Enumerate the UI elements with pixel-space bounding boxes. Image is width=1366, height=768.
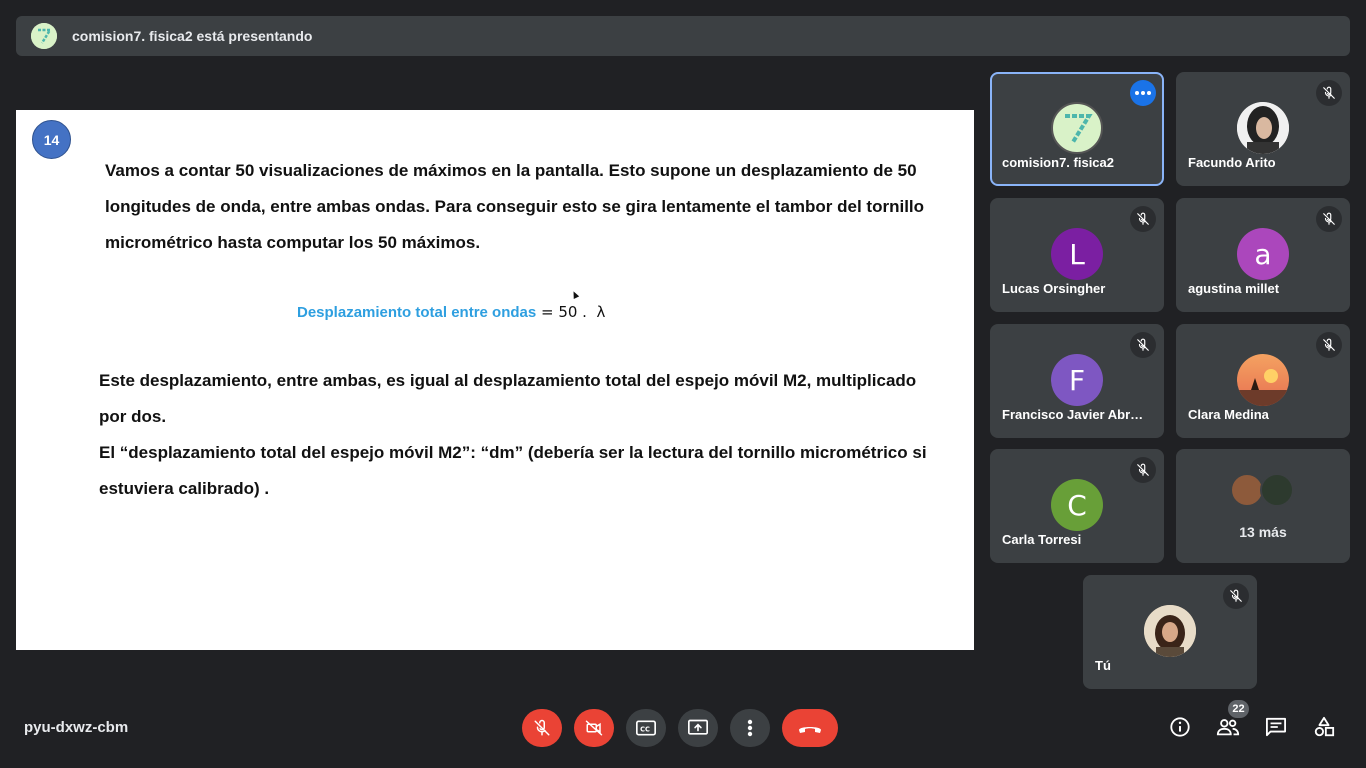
participant-name: Carla Torresi: [1002, 532, 1082, 547]
mic-off-icon: [1323, 212, 1335, 225]
slide-formula: Desplazamiento total entre ondas = 50 . …: [297, 303, 605, 321]
participant-name: Tú: [1095, 658, 1111, 673]
formula-expression: = 50 . λ: [536, 303, 606, 321]
participant-name: Clara Medina: [1188, 407, 1269, 422]
leave-call-button[interactable]: [782, 709, 838, 747]
avatar: C: [1051, 479, 1103, 531]
avatar: a: [1237, 228, 1289, 280]
presenting-text: comision7. fisica2 está presentando: [72, 28, 313, 44]
presenting-banner: comision7. fisica2 está presentando: [16, 16, 1350, 56]
slide-paragraph-1: Vamos a contar 50 visualizaciones de máx…: [105, 161, 925, 252]
present-now-button[interactable]: [678, 709, 718, 747]
formula-label: Desplazamiento total entre ondas: [297, 303, 537, 321]
person-photo-icon: [1144, 605, 1196, 657]
avatar: [1230, 473, 1264, 507]
more-horiz-icon: [1135, 91, 1151, 95]
chat-icon: [1265, 717, 1286, 737]
toggle-mic-button[interactable]: [522, 709, 562, 747]
participant-name: Lucas Orsingher: [1002, 281, 1106, 296]
participant-tile-presenter[interactable]: comision7. fisica2: [990, 72, 1164, 186]
avatar: [1237, 102, 1289, 154]
muted-indicator: [1316, 332, 1342, 358]
mic-off-icon: [1137, 338, 1149, 351]
participant-name: comision7. fisica2: [1002, 155, 1114, 170]
seven-logo-icon: [1065, 114, 1093, 144]
chat-button[interactable]: [1263, 714, 1289, 740]
presenter-avatar: [31, 23, 57, 49]
participant-tile[interactable]: F Francisco Javier Abr…: [990, 324, 1164, 438]
videocam-off-icon: [585, 720, 603, 736]
muted-indicator: [1223, 583, 1249, 609]
more-avatars: [1230, 473, 1300, 509]
meeting-details-button[interactable]: [1167, 714, 1193, 740]
participant-name: agustina millet: [1188, 281, 1280, 296]
call-end-icon: [799, 727, 821, 733]
avatar: [1237, 354, 1289, 406]
more-participants-tile[interactable]: 13 más: [1176, 449, 1350, 563]
slide-paragraph-2: Este desplazamiento, entre ambas, es igu…: [99, 363, 939, 507]
person-photo-icon: [1237, 102, 1289, 154]
more-participants-label: 13 más: [1239, 524, 1287, 540]
participant-tile[interactable]: L Lucas Orsingher: [990, 198, 1164, 312]
avatar: [1144, 605, 1196, 657]
mic-off-icon: [1323, 338, 1335, 351]
slide-number: 14: [32, 120, 71, 159]
participant-tile[interactable]: a agustina millet: [1176, 198, 1350, 312]
participant-name: Francisco Javier Abr…: [1002, 407, 1144, 422]
mic-off-icon: [1137, 212, 1149, 225]
people-icon: [1216, 719, 1240, 736]
svg-text:CC: CC: [640, 725, 650, 733]
participant-tile[interactable]: Clara Medina: [1176, 324, 1350, 438]
muted-indicator: [1130, 332, 1156, 358]
mic-off-icon: [1230, 589, 1242, 602]
participant-tile[interactable]: C Carla Torresi: [990, 449, 1164, 563]
avatar: F: [1051, 354, 1103, 406]
info-icon: [1170, 717, 1190, 737]
avatar: L: [1051, 228, 1103, 280]
avatar: [1051, 102, 1103, 154]
more-options-button[interactable]: [730, 709, 770, 747]
participant-name: Facundo Arito: [1188, 155, 1276, 170]
slide-paragraph-3-text: El “desplazamiento total del espejo móvi…: [99, 443, 927, 498]
mic-off-icon: [1323, 86, 1335, 99]
avatar: [1260, 473, 1294, 507]
present-screen-icon: [688, 719, 708, 735]
meet-window: comision7. fisica2 está presentando 14 V…: [0, 0, 1366, 768]
mic-off-icon: [534, 719, 550, 736]
closed-captions-icon: CC: [636, 720, 656, 736]
self-tile[interactable]: Tú: [1083, 575, 1257, 689]
seven-logo-icon: [31, 23, 57, 49]
meeting-code: pyu-dxwz-cbm: [24, 719, 129, 736]
captions-button[interactable]: CC: [626, 709, 666, 747]
more-options-button[interactable]: [1130, 80, 1156, 106]
mic-off-icon: [1137, 463, 1149, 476]
toggle-camera-button[interactable]: [574, 709, 614, 747]
activities-button[interactable]: [1311, 714, 1337, 740]
participant-tile[interactable]: Facundo Arito: [1176, 72, 1350, 186]
muted-indicator: [1316, 206, 1342, 232]
mouse-cursor-icon: [570, 290, 580, 299]
activities-icon: [1314, 716, 1335, 737]
sunset-photo-icon: [1237, 354, 1289, 406]
muted-indicator: [1130, 457, 1156, 483]
slide-paragraph-2-text: Este desplazamiento, entre ambas, es igu…: [99, 371, 917, 426]
more-vert-icon: [747, 719, 753, 737]
people-count-badge: 22: [1228, 700, 1249, 718]
muted-indicator: [1316, 80, 1342, 106]
shared-slide: 14 Vamos a contar 50 visualizaciones de …: [16, 110, 974, 650]
muted-indicator: [1130, 206, 1156, 232]
